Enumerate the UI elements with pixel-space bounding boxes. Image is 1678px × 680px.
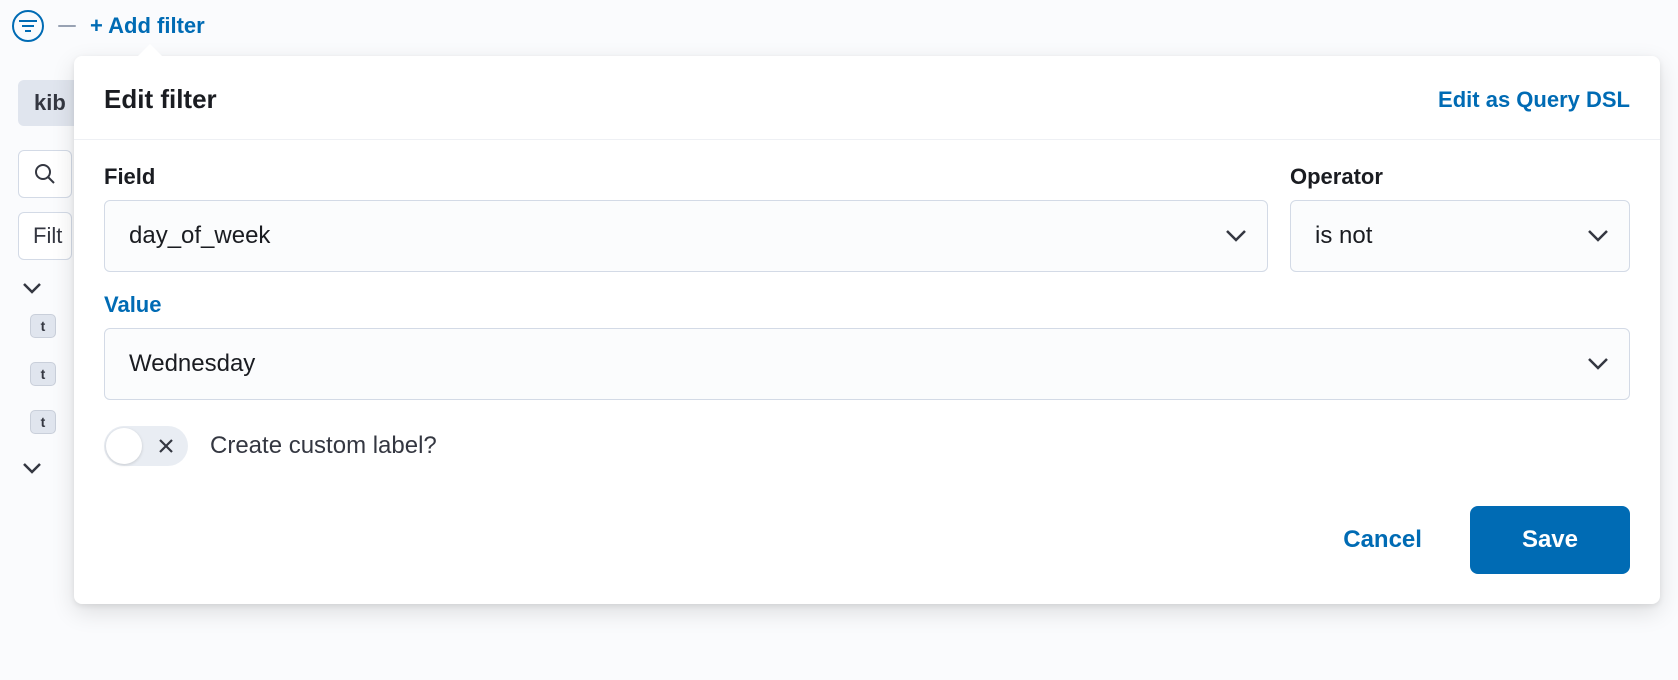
side-content: kib Filt t t t — [18, 80, 82, 494]
popover-header: Edit filter Edit as Query DSL — [74, 56, 1660, 140]
toggle-knob — [106, 428, 142, 464]
popover-title: Edit filter — [104, 84, 217, 115]
popover-footer: Cancel Save — [104, 506, 1630, 574]
edit-filter-popover: Edit filter Edit as Query DSL Field day_… — [74, 56, 1660, 604]
add-filter-button[interactable]: + Add filter — [90, 13, 205, 39]
value-select-value: Wednesday — [129, 350, 255, 378]
field-group: Field day_of_week — [104, 164, 1268, 272]
chevron-down-icon — [22, 462, 42, 474]
field-type-badge[interactable]: t — [30, 314, 56, 338]
field-type-badge[interactable]: t — [30, 362, 56, 386]
field-select-value: day_of_week — [129, 222, 270, 250]
operator-select-value: is not — [1315, 222, 1372, 250]
filter-box-label: Filt — [33, 223, 62, 249]
field-select[interactable]: day_of_week — [104, 200, 1268, 272]
value-label: Value — [104, 292, 1630, 318]
popover-body: Field day_of_week Operator is not — [74, 140, 1660, 604]
value-group: Value Wednesday — [104, 292, 1630, 400]
field-operator-row: Field day_of_week Operator is not — [104, 164, 1630, 272]
custom-label-toggle-label: Create custom label? — [210, 432, 437, 460]
cancel-button[interactable]: Cancel — [1339, 518, 1426, 562]
search-icon — [33, 162, 57, 186]
filter-toolbar: + Add filter — [0, 0, 1678, 52]
field-type-badge[interactable]: t — [30, 410, 56, 434]
chevron-down-icon — [1587, 229, 1609, 243]
save-button[interactable]: Save — [1470, 506, 1630, 574]
separator-dash — [58, 25, 76, 27]
collapse-chevron-row[interactable] — [18, 454, 82, 482]
value-select[interactable]: Wednesday — [104, 328, 1630, 400]
edit-as-query-dsl-link[interactable]: Edit as Query DSL — [1438, 87, 1630, 113]
filter-icon[interactable] — [12, 10, 44, 42]
field-label: Field — [104, 164, 1268, 190]
custom-label-toggle[interactable] — [104, 426, 188, 466]
custom-label-toggle-row: Create custom label? — [104, 426, 1630, 466]
chevron-down-icon — [22, 282, 42, 294]
search-box-partial[interactable] — [18, 150, 72, 198]
operator-label: Operator — [1290, 164, 1630, 190]
chevron-down-icon — [1225, 229, 1247, 243]
filter-box-partial[interactable]: Filt — [18, 212, 72, 260]
operator-select[interactable]: is not — [1290, 200, 1630, 272]
collapse-chevron-row[interactable] — [18, 274, 82, 302]
close-icon — [158, 438, 174, 454]
operator-group: Operator is not — [1290, 164, 1630, 272]
chevron-down-icon — [1587, 357, 1609, 371]
index-pattern-chip[interactable]: kib — [18, 80, 82, 126]
